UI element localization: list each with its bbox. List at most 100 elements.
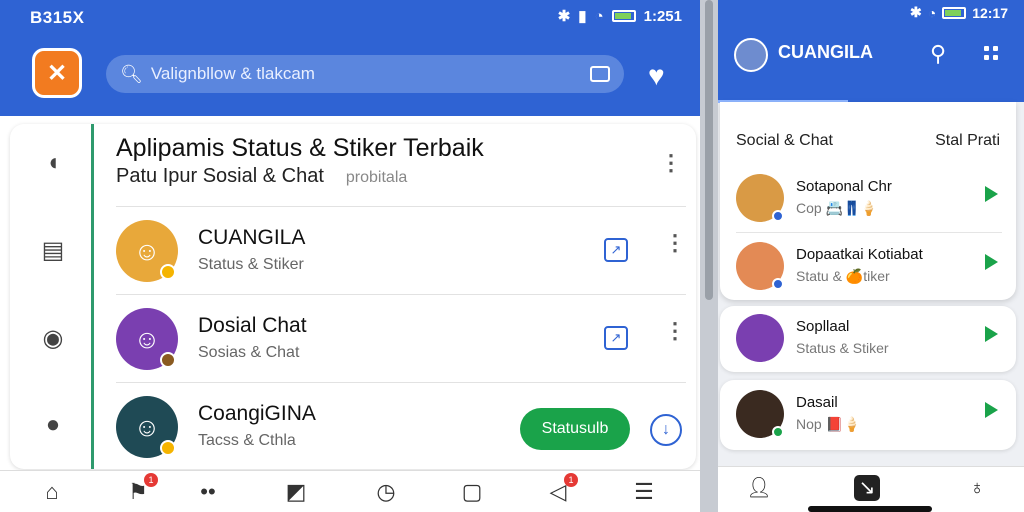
search-icon: 🔍︎ [120, 63, 143, 84]
avatar [736, 390, 784, 438]
left-phone-screen: B315X ✱ ▮ ◔ 1:251 ✕ 🔍︎ Valignbllow & tla… [0, 0, 700, 512]
play-icon[interactable] [985, 186, 998, 202]
battery-icon [942, 6, 967, 19]
badge-icon [160, 264, 176, 280]
bluetooth-icon: ✱ [557, 8, 571, 25]
item-desc: Status & Stiker [796, 340, 889, 356]
wifi-icon: ◔ [594, 7, 604, 25]
pin-icon[interactable]: ◖ [40, 150, 66, 176]
share-icon[interactable]: ↗ [604, 238, 628, 262]
camera-nav-icon[interactable]: ▢ [458, 479, 486, 505]
more-dots-icon[interactable]: •• [194, 479, 222, 505]
app-bar: CUANGILA ⚲ [718, 24, 1024, 102]
badge-icon [772, 426, 784, 438]
chat-bubble-icon[interactable]: ◉ [40, 326, 66, 352]
home-icon[interactable]: ⌂ [38, 479, 66, 505]
clock-icon[interactable]: ◷ [372, 479, 400, 505]
card-subtitle-faint: probitala [345, 169, 408, 186]
item-name: CUANGILA [198, 226, 306, 249]
avatar: ☺ [116, 308, 178, 370]
avatar: ☺ [116, 220, 178, 282]
grid-icon[interactable] [984, 46, 998, 60]
send-icon[interactable]: ◁ 1 [544, 473, 578, 505]
avatar [736, 242, 784, 290]
item-name: Dopaatkai Kotiabat [796, 246, 923, 263]
notification-icon[interactable]: ⚑ 1 [124, 473, 158, 505]
divider [116, 294, 686, 295]
item-name: Sopllaal [796, 318, 850, 335]
download-icon[interactable]: ↓ [650, 414, 682, 446]
split-divider[interactable] [700, 0, 718, 512]
profile-avatar[interactable] [734, 38, 768, 72]
status-right: ✱ ▮ ◔ 1:251 [557, 7, 682, 26]
wifi-icon: ◔ [927, 4, 937, 21]
card-header: Aplipamis Status & Stiker Terbaik Patu I… [116, 132, 686, 188]
item-name: Sotaponal Chr [796, 178, 892, 195]
play-icon[interactable] [985, 326, 998, 342]
item-desc: Status & Stiker [198, 256, 304, 273]
scroll-thumb[interactable] [705, 0, 713, 300]
status-right: ✱ ◔ 12:17 [910, 4, 1008, 21]
search-input[interactable]: Valignbllow & tlakcam [151, 64, 590, 84]
item-desc: Statu & 🍊tiker [796, 268, 890, 284]
camera-icon[interactable] [590, 66, 610, 82]
card-subtitle-text: Patu Ipur Sosial & Chat [116, 165, 324, 187]
share-icon[interactable]: ↗ [604, 326, 628, 350]
list-item[interactable]: ☺ CUANGILA Status & Stiker ↗ ⋮ [116, 212, 686, 286]
heart-icon[interactable]: ♥ [648, 60, 665, 92]
battery-icon [611, 10, 636, 22]
bluetooth-icon: ✱ [909, 4, 922, 20]
status-bar: ✱ ◔ 12:17 [718, 0, 1024, 24]
status-bar: B315X ✱ ▮ ◔ 1:251 [0, 0, 700, 34]
divider [116, 382, 686, 383]
avatar: ☺ [116, 396, 178, 458]
divider [736, 232, 1002, 233]
menu-icon[interactable]: ☰ [630, 479, 658, 505]
play-icon[interactable] [985, 254, 998, 270]
section-heading-right[interactable]: Stal Prati [935, 132, 1000, 150]
item-menu-icon[interactable]: ⋮ [664, 320, 686, 342]
card-menu-icon[interactable]: ⋮ [660, 152, 682, 174]
status-text: B315X [30, 8, 85, 27]
app-bar: ✕ 🔍︎ Valignbllow & tlakcam ♥ [0, 34, 700, 116]
search-icon[interactable]: ⚲ [930, 41, 946, 67]
avatar [736, 314, 784, 362]
chat-card: Social & Chat Stal Prati Sotaponal Chr C… [720, 102, 1016, 300]
avatar [736, 174, 784, 222]
card-title: Aplipamis Status & Stiker Terbaik [116, 134, 484, 162]
signal-icon: ▮ [578, 8, 587, 25]
divider [116, 206, 686, 207]
profile-icon[interactable]: ♁ [964, 475, 990, 501]
person-icon[interactable]: 👤︎ [746, 475, 772, 501]
item-name: CoangiGINA [198, 402, 316, 425]
item-menu-icon[interactable]: ⋮ [664, 232, 686, 254]
item-desc: Nop 📕🍦 [796, 416, 861, 432]
clock: 12:17 [972, 4, 1008, 21]
list-item-content: Sopllaal Status & Stiker [736, 306, 1002, 372]
list-item[interactable]: Dopaatkai Kotiabat Statu & 🍊tiker [736, 234, 1002, 300]
list-item[interactable]: Dasail Nop 📕🍦 [720, 380, 1016, 450]
list-item[interactable]: ☺ Dosial Chat Sosias & Chat ↗ ⋮ [116, 300, 686, 374]
document-icon[interactable]: ▤ [40, 238, 66, 264]
send-badge: 1 [564, 473, 578, 487]
sticker-icon[interactable]: ↘ [854, 475, 880, 501]
sticker-icon[interactable]: ◩ [282, 479, 310, 505]
play-icon[interactable] [985, 402, 998, 418]
item-name: Dasail [796, 394, 838, 411]
list-item[interactable]: Sotaponal Chr Cop 📇👖🍦 [736, 166, 1002, 232]
section-heading: Social & Chat [736, 132, 833, 149]
list-item-content: Dasail Nop 📕🍦 [736, 382, 1002, 448]
item-desc: Cop 📇👖🍦 [796, 200, 878, 216]
app-title: CUANGILA [778, 42, 873, 62]
app-logo-icon[interactable]: ✕ [32, 48, 82, 98]
side-rail: ◖ ▤ ◉ ● [10, 124, 94, 469]
right-phone-screen: ✱ ◔ 12:17 CUANGILA ⚲ Social & Chat Stal … [718, 0, 1024, 512]
list-item[interactable]: ☺ CoangiGINA Tacss & Cthla Statusulb ↓ [116, 388, 686, 462]
status-button[interactable]: Statusulb [520, 408, 630, 450]
search-bar[interactable]: 🔍︎ Valignbllow & tlakcam [106, 55, 624, 93]
list-item[interactable]: Sopllaal Status & Stiker [720, 306, 1016, 372]
badge-icon [772, 278, 784, 290]
badge-icon [160, 440, 176, 456]
badge-icon [160, 352, 176, 368]
message-icon[interactable]: ● [40, 412, 66, 438]
